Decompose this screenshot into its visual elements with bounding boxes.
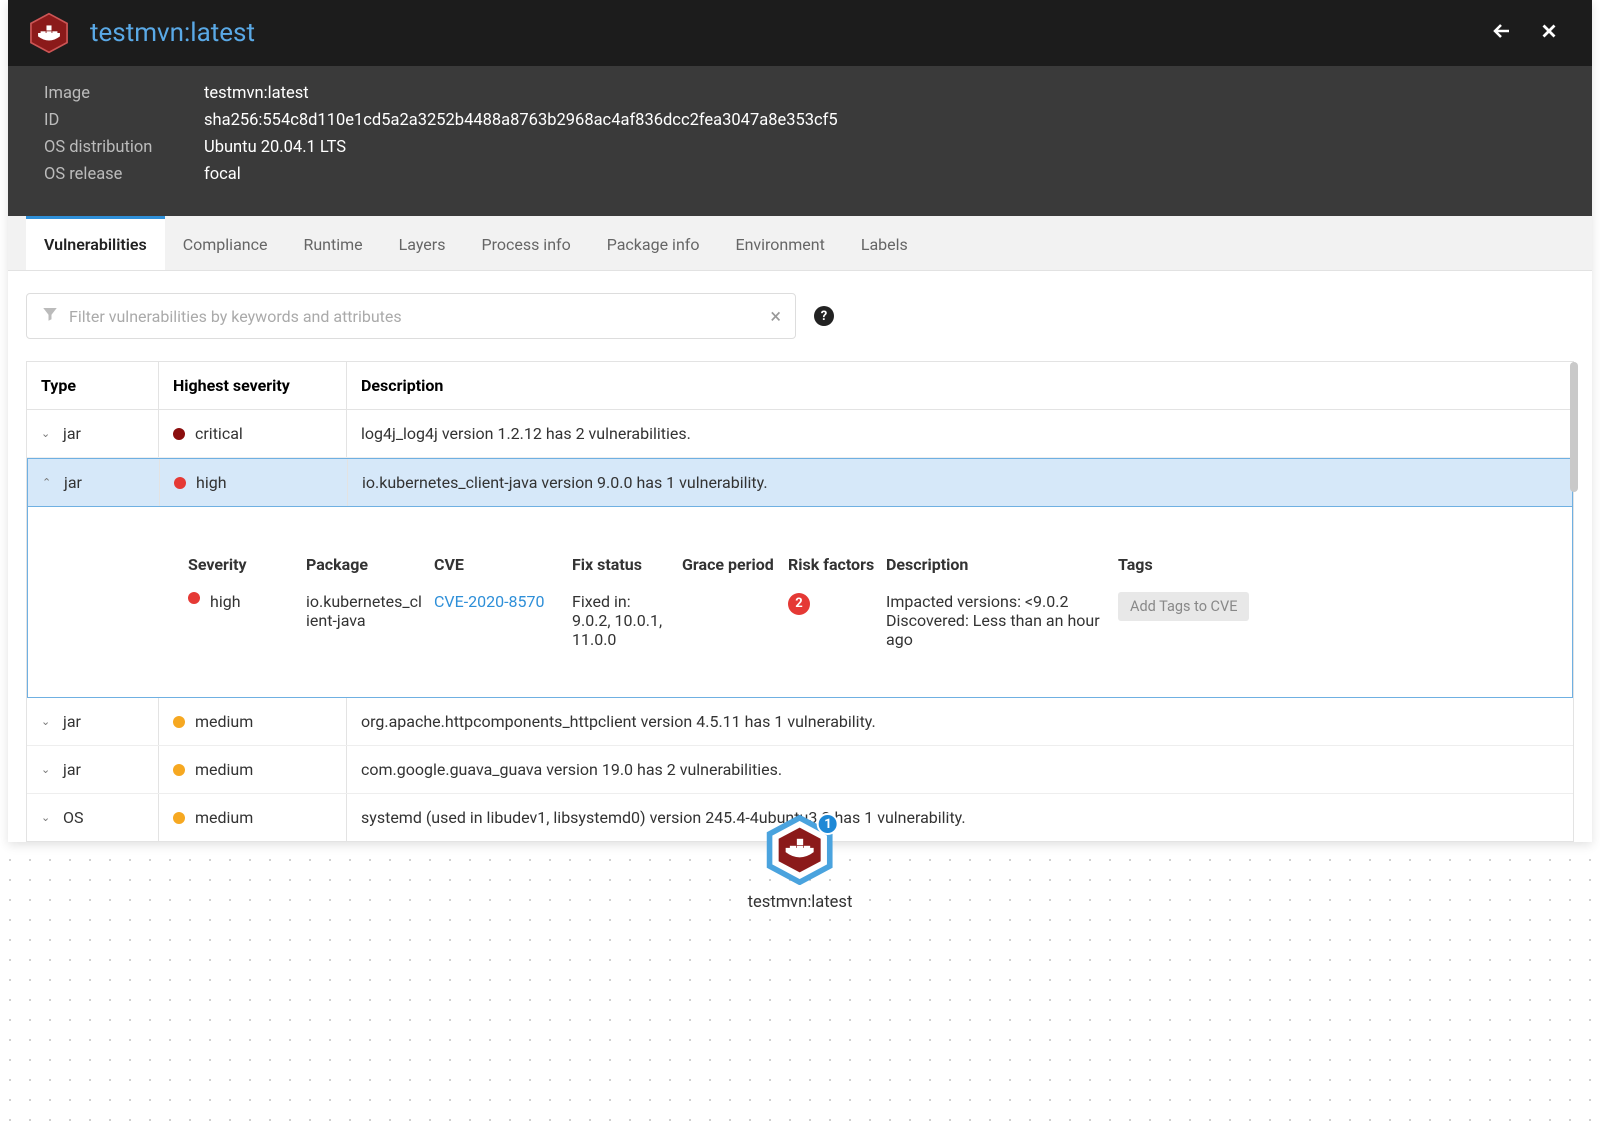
back-icon[interactable] [1490, 19, 1514, 47]
tab-process-info[interactable]: Process info [463, 216, 588, 270]
tab-environment[interactable]: Environment [717, 216, 842, 270]
cell-description: log4j_log4j version 1.2.12 has 2 vulnera… [347, 410, 1573, 457]
meta-label: Image [44, 84, 204, 103]
cell-severity: high [196, 473, 227, 492]
meta-value: testmvn:latest [204, 84, 309, 103]
cell-severity: medium [195, 712, 253, 731]
cell-type: jar [63, 760, 81, 779]
cell-description: systemd (used in libudev1, libsystemd0) … [347, 794, 1573, 841]
cell-description: org.apache.httpcomponents_httpclient ver… [347, 698, 1573, 745]
table-row[interactable]: ⌃ jar high io.kubernetes_client-java vers… [27, 458, 1573, 507]
cell-description: com.google.guava_guava version 19.0 has … [347, 746, 1573, 793]
count-badge: 1 [817, 813, 839, 835]
cell-severity: medium [195, 808, 253, 827]
tab-package-info[interactable]: Package info [589, 216, 718, 270]
dh-cve: CVE [434, 555, 572, 574]
dh-tags: Tags [1118, 555, 1258, 574]
page-title: testmvn:latest [90, 18, 255, 48]
dh-grace: Grace period [682, 555, 788, 574]
tab-vulnerabilities[interactable]: Vulnerabilities [26, 216, 165, 270]
meta-value: focal [204, 165, 241, 184]
table-row[interactable]: ⌄ jar critical log4j_log4j version 1.2.12… [27, 410, 1573, 458]
filter-box[interactable]: × [26, 293, 796, 339]
dh-desc: Description [886, 555, 1118, 574]
meta-label: OS distribution [44, 138, 204, 157]
meta-value: sha256:554c8d110e1cd5a2a3252b4488a8763b2… [204, 111, 838, 130]
severity-dot-icon [188, 592, 200, 604]
chevron-down-icon: ⌄ [41, 715, 53, 728]
clear-filter-icon[interactable]: × [770, 304, 781, 328]
severity-dot-icon [173, 764, 185, 776]
th-description[interactable]: Description [347, 362, 1573, 409]
tab-labels[interactable]: Labels [843, 216, 926, 270]
chevron-up-icon: ⌃ [42, 476, 54, 489]
table-row[interactable]: ⌄ jar medium org.apache.httpcomponents_ht… [27, 698, 1573, 746]
risk-badge[interactable]: 2 [788, 593, 810, 615]
header: testmvn:latest Imagetestmvn:latest IDsha… [8, 0, 1592, 216]
dr-severity: high [188, 592, 306, 649]
severity-dot-icon [173, 812, 185, 824]
cve-link[interactable]: CVE-2020-8570 [434, 592, 544, 611]
dh-risk: Risk factors [788, 555, 886, 574]
close-icon[interactable] [1538, 20, 1560, 46]
cell-severity: critical [195, 424, 243, 443]
th-severity[interactable]: Highest severity [159, 362, 347, 409]
chevron-down-icon: ⌄ [41, 427, 53, 440]
meta-label: OS release [44, 165, 204, 184]
filter-icon [41, 305, 59, 327]
tabs: Vulnerabilities Compliance Runtime Layer… [8, 216, 1592, 271]
cell-type: jar [63, 712, 81, 731]
dr-grace [682, 592, 788, 649]
help-icon[interactable]: ? [814, 306, 834, 326]
filter-input[interactable] [69, 307, 760, 326]
table-row[interactable]: ⌄ jar medium com.google.guava_guava versi… [27, 746, 1573, 794]
tab-compliance[interactable]: Compliance [165, 216, 286, 270]
dr-package: io.kubernetes_client-java [306, 592, 434, 649]
dh-severity: Severity [188, 555, 306, 574]
cell-type: jar [63, 424, 81, 443]
add-tags-button[interactable]: Add Tags to CVE [1118, 592, 1249, 621]
vulnerabilities-table: Type Highest severity Description ⌄ jar c… [26, 361, 1574, 842]
row-detail: Severity Package CVE Fix status Grace pe… [27, 507, 1573, 698]
footer-label: testmvn:latest [748, 893, 853, 912]
dh-fix: Fix status [572, 555, 682, 574]
severity-dot-icon [173, 716, 185, 728]
chevron-down-icon: ⌄ [41, 811, 53, 824]
meta-label: ID [44, 111, 204, 130]
scrollbar[interactable] [1570, 362, 1578, 492]
tab-layers[interactable]: Layers [381, 216, 464, 270]
cell-type: jar [64, 473, 82, 492]
footer-node[interactable]: 1 testmvn:latest [748, 815, 853, 912]
th-type[interactable]: Type [27, 362, 159, 409]
severity-dot-icon [174, 477, 186, 489]
severity-dot-icon [173, 428, 185, 440]
metadata: Imagetestmvn:latest IDsha256:554c8d110e1… [8, 66, 1592, 216]
cell-description: io.kubernetes_client-java version 9.0.0 … [348, 459, 1572, 506]
dh-package: Package [306, 555, 434, 574]
tab-runtime[interactable]: Runtime [285, 216, 380, 270]
dr-desc: Impacted versions: <9.0.2Discovered: Les… [886, 592, 1118, 649]
meta-value: Ubuntu 20.04.1 LTS [204, 138, 346, 157]
dr-fix: Fixed in: 9.0.2, 10.0.1, 11.0.0 [572, 592, 682, 649]
cell-type: OS [63, 808, 84, 827]
dr-sev-text: high [210, 592, 241, 611]
chevron-down-icon: ⌄ [41, 763, 53, 776]
docker-hex-icon [28, 12, 70, 54]
cell-severity: medium [195, 760, 253, 779]
